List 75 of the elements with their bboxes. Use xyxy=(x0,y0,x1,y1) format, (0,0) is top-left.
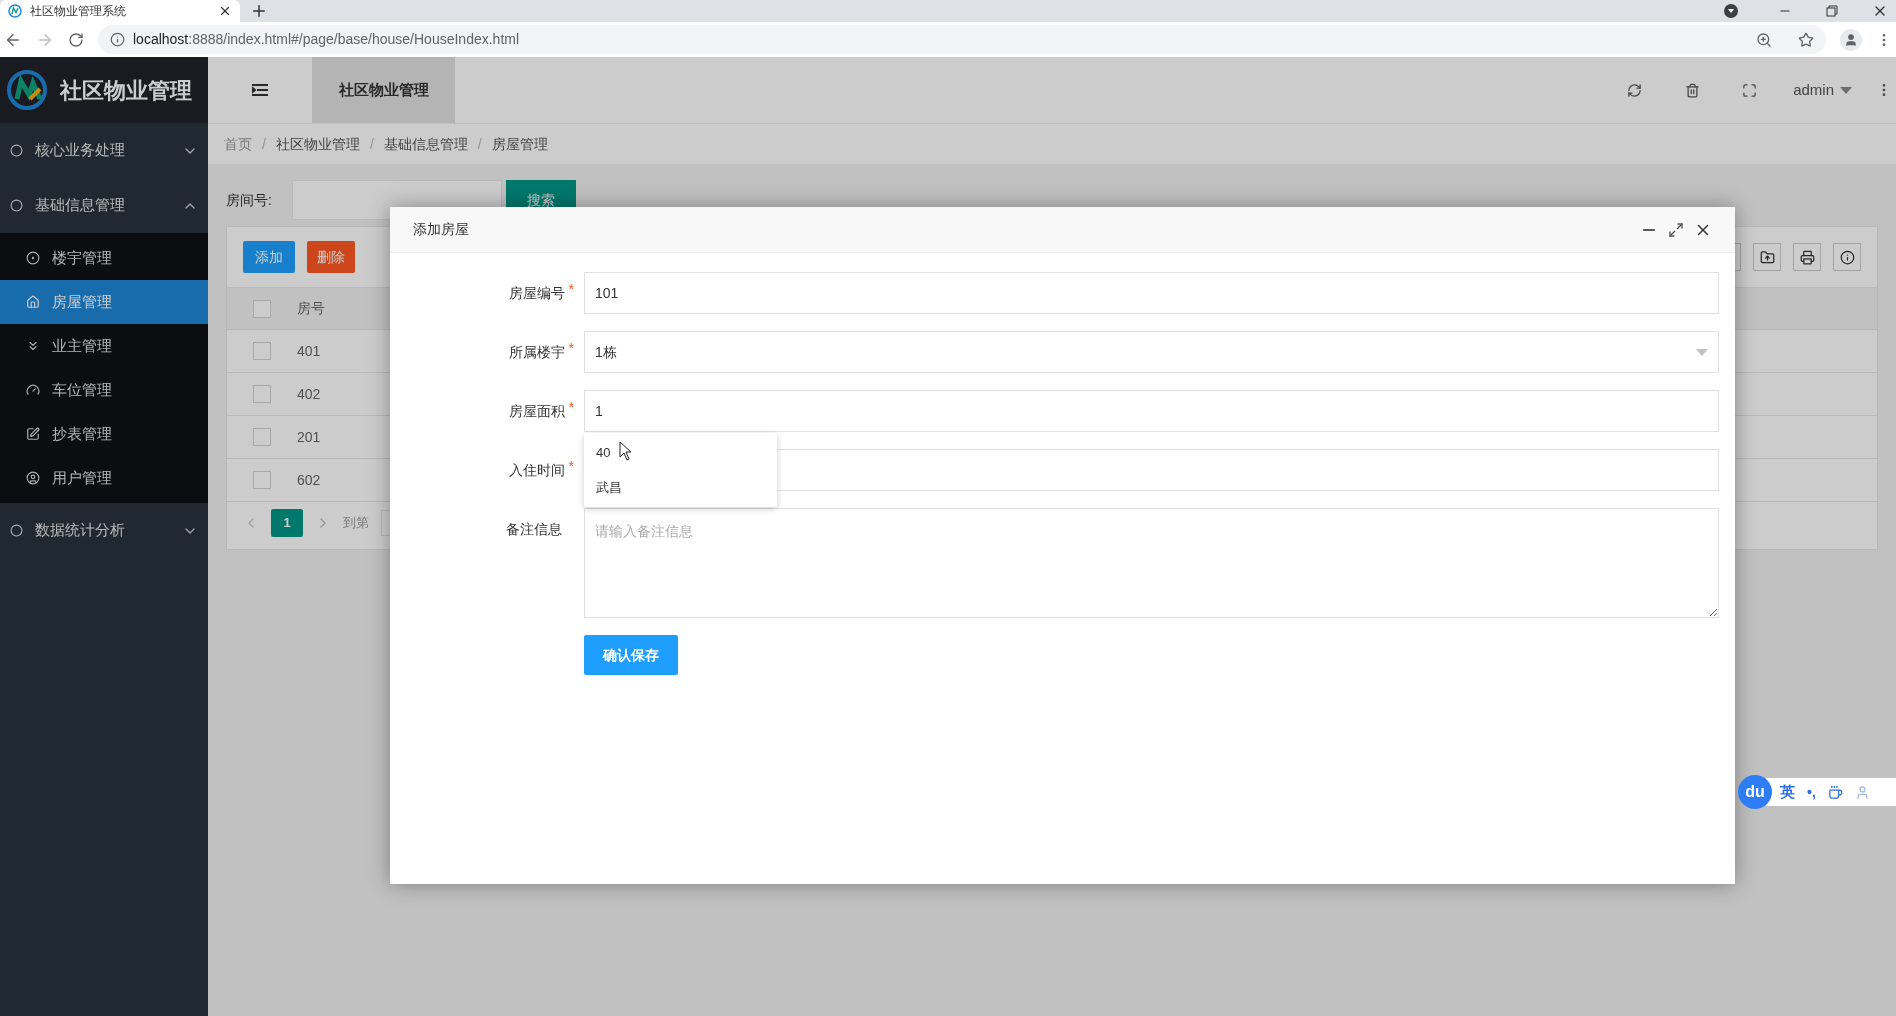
breadcrumb-link[interactable]: 房屋管理 xyxy=(491,133,548,155)
trash-icon[interactable] xyxy=(1685,82,1701,98)
sidebar-item[interactable]: 房屋管理 xyxy=(0,280,208,324)
new-tab-icon[interactable] xyxy=(250,2,268,20)
goto-label: 到第 xyxy=(343,513,369,532)
breadcrumb-link[interactable]: 社区物业管理 xyxy=(275,133,360,155)
cup-icon[interactable] xyxy=(1827,784,1843,800)
sidebar-item[interactable]: 车位管理 xyxy=(0,368,208,412)
field-label: 备注信息 xyxy=(506,519,563,539)
header-tab[interactable]: 社区物业管理 xyxy=(312,57,455,123)
sidebar-item[interactable]: 用户管理 xyxy=(0,456,208,500)
print-icon[interactable] xyxy=(1793,243,1821,271)
ime-mode[interactable]: 英 xyxy=(1780,780,1795,804)
browser-tab[interactable]: 社区物业管理系统 xyxy=(0,0,240,22)
select-field[interactable]: 1栋 xyxy=(584,331,1719,373)
table-cell-text: 201 xyxy=(297,427,322,447)
restore-icon[interactable] xyxy=(1826,5,1838,17)
suggestion-item[interactable]: 武昌 xyxy=(584,470,777,505)
bookmark-star-icon[interactable] xyxy=(1798,31,1814,48)
maximize-dialog-icon[interactable] xyxy=(1668,221,1684,238)
favicon-icon xyxy=(8,4,22,18)
menu-circle-icon xyxy=(10,524,23,537)
site-info-icon[interactable] xyxy=(110,32,125,47)
text-field[interactable]: 101 xyxy=(584,272,1719,314)
table-cell-text: 402 xyxy=(297,384,322,404)
reload-icon[interactable] xyxy=(68,31,84,48)
suggestion-item[interactable]: 40 xyxy=(584,435,777,470)
close-tab-icon[interactable] xyxy=(218,4,232,18)
search-label: 房间号: xyxy=(226,190,273,210)
notes-field[interactable]: 请输入备注信息 xyxy=(584,508,1719,618)
user-circle-icon xyxy=(26,471,40,485)
caret-icon xyxy=(1840,86,1852,94)
row-checkbox[interactable] xyxy=(253,471,271,489)
menu-circle-icon xyxy=(10,199,23,212)
brand-title: 社区物业管理 xyxy=(60,76,192,105)
sidebar-menu[interactable]: 核心业务处理 xyxy=(0,123,208,178)
row-checkbox[interactable] xyxy=(253,342,271,360)
menu-circle-icon xyxy=(10,144,23,157)
export-icon[interactable] xyxy=(1753,243,1781,271)
sidebar-menu[interactable]: 基础信息管理 xyxy=(0,178,208,233)
dropdown-arrow-icon xyxy=(1696,348,1708,356)
edit-icon xyxy=(26,427,40,441)
info-icon[interactable] xyxy=(1833,243,1861,271)
select-all-checkbox[interactable] xyxy=(253,299,271,318)
menu-toggle-icon[interactable] xyxy=(252,84,268,96)
address-bar[interactable]: localhost:8888/index.html#/page/base/house/HouseIndex.html xyxy=(98,25,1826,54)
profile-avatar[interactable] xyxy=(1840,28,1862,51)
mouse-cursor-icon xyxy=(619,441,632,461)
zoom-icon[interactable] xyxy=(1756,31,1772,48)
home-icon xyxy=(26,295,40,309)
breadcrumb-separator: / xyxy=(369,134,374,154)
table-cell-text: 602 xyxy=(297,470,322,490)
chevrons-down-icon xyxy=(26,339,40,353)
user-menu[interactable]: admin xyxy=(1793,78,1852,102)
table-cell-text: 401 xyxy=(297,341,322,361)
dialog-title: 添加房屋 xyxy=(413,220,470,239)
breadcrumb-separator: / xyxy=(477,134,482,154)
tab-search-icon[interactable] xyxy=(1724,4,1738,18)
refresh-icon[interactable] xyxy=(1627,82,1643,98)
target-icon xyxy=(26,251,40,265)
fullscreen-icon[interactable] xyxy=(1742,82,1758,98)
url-text: localhost:8888/index.html#/page/base/house/HouseIndex.html xyxy=(133,30,520,49)
sidebar-menu[interactable]: 数据统计分析 xyxy=(0,503,208,558)
breadcrumb-separator: / xyxy=(262,134,266,154)
gauge-icon xyxy=(26,383,40,397)
ime-punctuation[interactable]: •, xyxy=(1807,781,1816,803)
sidebar-item[interactable]: 抄表管理 xyxy=(0,412,208,456)
row-checkbox[interactable] xyxy=(253,385,271,403)
text-field[interactable]: 1 xyxy=(584,390,1719,432)
breadcrumb-link[interactable]: 基础信息管理 xyxy=(383,133,468,155)
sidebar-item[interactable]: 楼宇管理 xyxy=(0,236,208,280)
sidebar-item[interactable]: 业主管理 xyxy=(0,324,208,368)
column-header: 房号 xyxy=(297,299,326,318)
row-checkbox[interactable] xyxy=(253,428,271,446)
logo-icon xyxy=(6,69,48,111)
